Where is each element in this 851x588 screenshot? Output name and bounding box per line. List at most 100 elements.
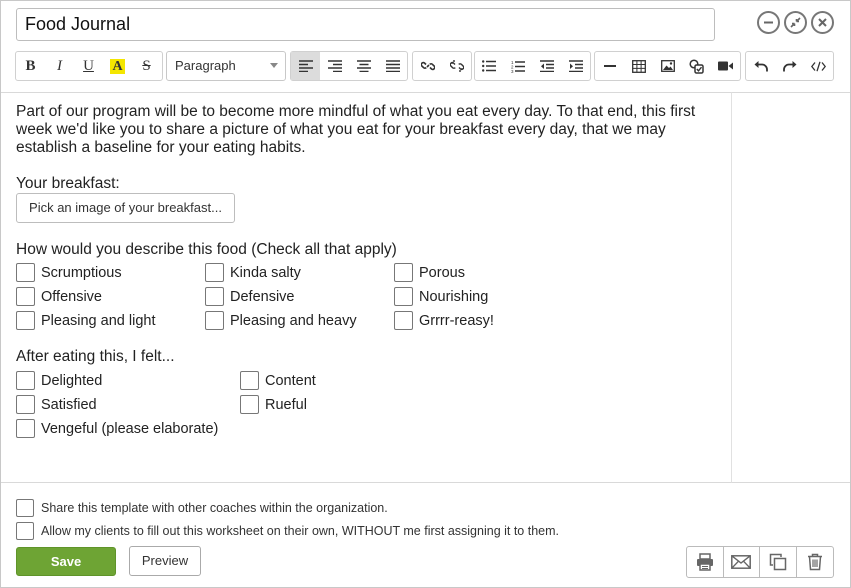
align-right-button[interactable] xyxy=(320,52,349,80)
chevron-down-icon xyxy=(270,63,278,68)
list-group: 123 xyxy=(474,51,591,81)
insert-video-button[interactable] xyxy=(711,52,740,80)
unlink-icon xyxy=(449,60,464,72)
undo-button[interactable] xyxy=(746,52,775,80)
side-panel xyxy=(731,92,850,483)
checkbox[interactable] xyxy=(205,311,224,330)
align-justify-button[interactable] xyxy=(378,52,407,80)
undo-icon xyxy=(754,61,768,72)
link-icon xyxy=(420,61,435,71)
horizontal-rule-icon xyxy=(603,65,616,67)
outdent-icon xyxy=(539,60,554,72)
duplicate-button[interactable] xyxy=(760,547,797,577)
worksheet-actions xyxy=(686,546,834,578)
checkbox[interactable] xyxy=(16,287,35,306)
email-button[interactable] xyxy=(724,547,760,577)
indent-button[interactable] xyxy=(561,52,590,80)
align-justify-icon xyxy=(385,60,400,72)
describe-label: How would you describe this food (Check … xyxy=(16,241,397,258)
embed-link-icon xyxy=(689,58,704,74)
option-content[interactable]: Content xyxy=(240,371,316,390)
insert-table-button[interactable] xyxy=(624,52,653,80)
envelope-icon xyxy=(731,555,752,569)
option-pleasing-and-heavy[interactable]: Pleasing and heavy xyxy=(205,311,357,330)
trash-icon xyxy=(807,553,822,571)
print-button[interactable] xyxy=(687,547,724,577)
option-pleasing-and-light[interactable]: Pleasing and light xyxy=(16,311,155,330)
collapse-icon[interactable] xyxy=(784,11,807,34)
checkbox[interactable] xyxy=(16,522,34,540)
delete-button[interactable] xyxy=(797,547,833,577)
horizontal-rule-button[interactable] xyxy=(595,52,624,80)
pick-image-button[interactable]: Pick an image of your breakfast... xyxy=(16,193,235,223)
underline-button[interactable]: U xyxy=(74,52,103,80)
checkbox[interactable] xyxy=(16,499,34,517)
bullet-list-icon xyxy=(482,60,497,72)
checkbox[interactable] xyxy=(205,287,224,306)
table-icon xyxy=(631,59,646,73)
option-grrrr-reasy[interactable]: Grrrr-reasy! xyxy=(394,311,494,330)
highlight-button[interactable]: A xyxy=(103,52,132,80)
option-nourishing[interactable]: Nourishing xyxy=(394,287,488,306)
checkbox[interactable] xyxy=(394,263,413,282)
option-delighted[interactable]: Delighted xyxy=(16,371,102,390)
copy-icon xyxy=(769,553,786,571)
felt-label: After eating this, I felt... xyxy=(16,348,175,365)
preview-button[interactable]: Preview xyxy=(129,546,201,576)
align-center-button[interactable] xyxy=(349,52,378,80)
source-code-button[interactable] xyxy=(804,52,833,80)
checkbox[interactable] xyxy=(205,263,224,282)
option-vengeful[interactable]: Vengeful (please elaborate) xyxy=(16,419,218,438)
minimize-icon[interactable] xyxy=(757,11,780,34)
checkbox[interactable] xyxy=(240,395,259,414)
redo-icon xyxy=(782,61,796,72)
intro-paragraph: Part of our program will be to become mo… xyxy=(16,103,696,156)
bold-button[interactable]: B xyxy=(16,52,45,80)
checkbox[interactable] xyxy=(394,287,413,306)
checkbox[interactable] xyxy=(16,419,35,438)
share-template-option[interactable]: Share this template with other coaches w… xyxy=(16,499,388,517)
insert-group xyxy=(594,51,741,81)
option-scrumptious[interactable]: Scrumptious xyxy=(16,263,122,282)
video-icon xyxy=(718,61,733,71)
insert-image-button[interactable] xyxy=(653,52,682,80)
numbered-list-button[interactable]: 123 xyxy=(504,52,533,80)
insert-embed-button[interactable] xyxy=(682,52,711,80)
allow-clients-option[interactable]: Allow my clients to fill out this worksh… xyxy=(16,522,559,540)
checkbox[interactable] xyxy=(16,371,35,390)
checkbox[interactable] xyxy=(16,395,35,414)
indent-icon xyxy=(568,60,583,72)
printer-icon xyxy=(696,553,713,571)
paragraph-format-select[interactable]: Paragraph xyxy=(166,51,286,81)
option-kinda-salty[interactable]: Kinda salty xyxy=(205,263,301,282)
numbered-list-icon: 123 xyxy=(511,60,526,73)
italic-button[interactable]: I xyxy=(45,52,74,80)
strikethrough-button[interactable]: S xyxy=(132,52,161,80)
breakfast-label: Your breakfast: xyxy=(16,175,120,192)
redo-button[interactable] xyxy=(775,52,804,80)
option-defensive[interactable]: Defensive xyxy=(205,287,294,306)
insert-link-button[interactable] xyxy=(413,52,442,80)
align-left-icon xyxy=(298,60,313,72)
link-group xyxy=(412,51,472,81)
close-icon[interactable] xyxy=(811,11,834,34)
checkbox[interactable] xyxy=(16,263,35,282)
alignment-group xyxy=(290,51,408,81)
text-style-group: B I U A S xyxy=(15,51,163,81)
save-button[interactable]: Save xyxy=(16,547,116,576)
checkbox[interactable] xyxy=(16,311,35,330)
svg-text:3: 3 xyxy=(511,69,514,73)
bullet-list-button[interactable] xyxy=(475,52,504,80)
align-right-icon xyxy=(327,60,342,72)
checkbox[interactable] xyxy=(394,311,413,330)
outdent-button[interactable] xyxy=(533,52,562,80)
align-center-icon xyxy=(356,60,371,72)
unlink-button[interactable] xyxy=(442,52,471,80)
option-offensive[interactable]: Offensive xyxy=(16,287,102,306)
option-porous[interactable]: Porous xyxy=(394,263,465,282)
option-satisfied[interactable]: Satisfied xyxy=(16,395,97,414)
checkbox[interactable] xyxy=(240,371,259,390)
option-rueful[interactable]: Rueful xyxy=(240,395,307,414)
title-input[interactable]: Food Journal xyxy=(16,8,715,41)
align-left-button[interactable] xyxy=(291,52,320,80)
